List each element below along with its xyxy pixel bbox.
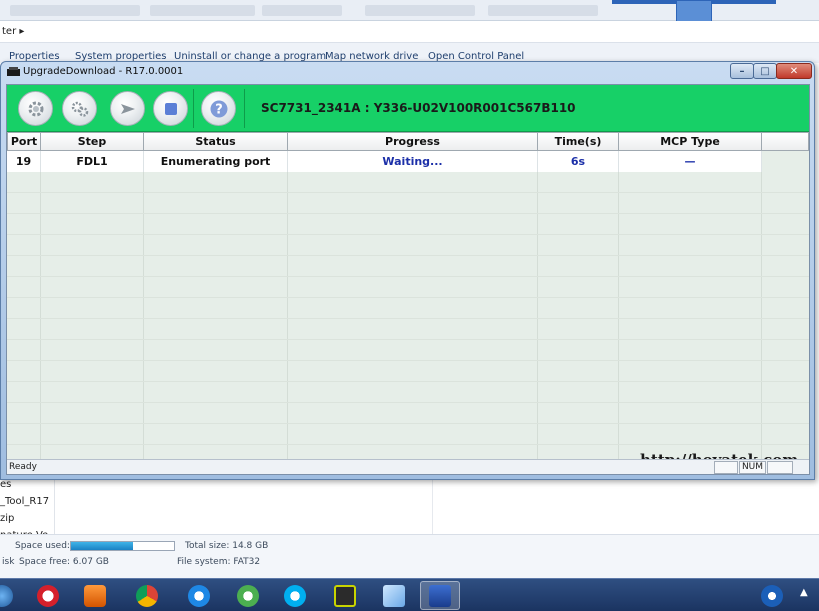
column-header-time[interactable]: Time(s) [538,132,619,151]
media-player-icon[interactable] [75,581,115,610]
blurred-tab [150,5,255,16]
ie-icon[interactable] [179,581,219,610]
gears-icon [71,101,88,117]
grid-line [7,297,809,298]
column-header-empty [762,132,809,151]
nav-item[interactable]: zip [0,510,54,527]
column-divider [432,476,433,534]
grid-line [7,360,809,361]
chrome-icon[interactable] [127,581,167,610]
status-panel-caps [714,461,738,474]
background-window-titlebar [0,0,819,22]
cell-status: Enumerating port [144,151,288,172]
grid-line [7,213,809,214]
status-panel-num: NUM [739,461,766,474]
blurred-tab [262,5,342,16]
column-header-step[interactable]: Step [41,132,144,151]
notes-icon[interactable] [374,581,414,610]
grid-line [7,255,809,256]
minimize-button[interactable]: – [730,63,754,79]
options-button[interactable] [62,91,97,126]
help-button[interactable]: ? [201,91,236,126]
grid-line [287,132,288,459]
help-icon: ? [210,100,227,117]
taskbar: ▲ [0,578,819,611]
upgrade-download-icon[interactable] [420,581,460,610]
blurred-tab [488,5,598,16]
taskbar-thumbnail[interactable] [676,0,712,22]
stop-download-button[interactable] [153,91,188,126]
svg-text:?: ? [215,102,223,117]
grid-line [143,132,144,459]
grid-line [7,234,809,235]
explorer-command-bar: Properties System properties Uninstall o… [0,43,819,63]
skype-icon[interactable] [275,581,315,610]
toolbar-separator [193,89,194,128]
window-client-area: ? SC7731_2341A : Y336-U02V100R001C567B11… [6,84,810,475]
maximize-button[interactable]: □ [753,63,777,79]
column-header-port[interactable]: Port [7,132,41,151]
grid-line [761,132,762,459]
grid-line [7,402,809,403]
blurred-tab [10,5,140,16]
space-used-label: Space used: [15,541,70,551]
close-button[interactable]: ✕ [776,63,812,79]
space-free-prefix: isk [2,557,15,567]
space-used-bar [70,541,175,551]
gear-icon [28,101,43,116]
settings-button[interactable] [18,91,53,126]
details-pane: Space used: Total size: 14.8 GB isk Spac… [0,534,819,578]
cell-time: 6s [538,151,619,172]
window-titlebar[interactable]: UpgradeDownload - R17.0.0001 – □ ✕ [1,62,814,82]
tray-app-icon[interactable] [757,581,787,610]
play-icon [120,103,135,114]
navigation-pane: es _Tool_R17 zip nature Ve [0,476,55,541]
window-title: UpgradeDownload - R17.0.0001 [23,66,184,77]
cell-mcp-type: — [619,151,762,172]
file-system: File system: FAT32 [177,557,261,567]
column-header-status[interactable]: Status [144,132,288,151]
grid-line [7,381,809,382]
grid-line [7,444,809,445]
table-row[interactable]: 19 FDL1 Enumerating port Waiting... 6s — [7,151,809,172]
grid-line [618,132,619,459]
app-icon[interactable] [325,581,365,610]
start-download-button[interactable] [110,91,145,126]
start-button[interactable] [0,581,22,610]
grid-line [7,192,809,193]
grid-line [7,339,809,340]
cell-port: 19 [7,151,41,172]
grid-line [7,423,809,424]
explorer-file-list: es _Tool_R17 zip nature Ve [0,476,819,541]
address-text: ter ▸ [2,26,25,37]
stop-icon [164,102,177,115]
column-header-progress[interactable]: Progress [288,132,538,151]
cell-progress: Waiting... [288,151,538,172]
status-text: Ready [9,462,37,472]
firmware-name: SC7731_2341A : Y336-U02V100R001C567B110 [261,101,576,115]
port-table: Port Step Status Progress Time(s) MCP Ty… [7,132,809,459]
space-free: Space free: 6.07 GB [19,557,109,567]
grid-line [537,132,538,459]
grid-line [7,276,809,277]
cell-step: FDL1 [41,151,144,172]
utorrent-icon[interactable] [228,581,268,610]
upgrade-download-window: UpgradeDownload - R17.0.0001 – □ ✕ ? SC7… [0,61,815,480]
grid-line [40,132,41,459]
total-size: Total size: 14.8 GB [185,541,269,551]
toolbar: ? SC7731_2341A : Y336-U02V100R001C567B11… [7,85,809,132]
column-header-mcp-type[interactable]: MCP Type [619,132,762,151]
tray-chevron-icon[interactable]: ▲ [800,587,808,598]
space-used-fill [71,542,133,550]
blurred-tab [365,5,475,16]
status-bar: Ready NUM [7,459,809,474]
nav-item[interactable]: _Tool_R17 [0,493,54,510]
app-window-icon [7,67,20,76]
table-header: Port Step Status Progress Time(s) MCP Ty… [7,132,809,151]
address-bar[interactable]: ter ▸ [0,21,819,43]
toolbar-separator [244,89,245,128]
status-panel-scroll [767,461,793,474]
grid-line [7,318,809,319]
opera-icon[interactable] [28,581,68,610]
